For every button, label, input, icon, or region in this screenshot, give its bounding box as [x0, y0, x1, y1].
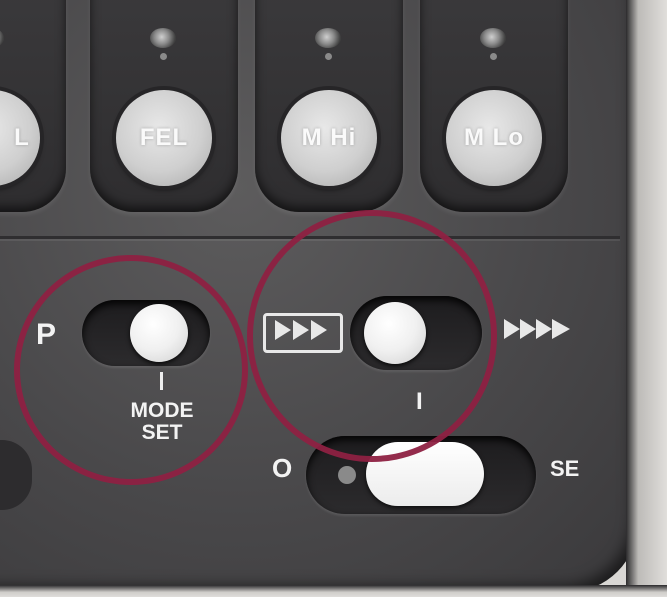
indicator-dot	[325, 53, 332, 60]
power-se-label: SE	[550, 456, 580, 481]
m-lo-button-label: M Lo	[464, 124, 524, 151]
continuous-super-high-icon	[504, 318, 574, 340]
fel-button-label: FEL	[139, 124, 189, 151]
fel-button[interactable]: FEL	[116, 90, 212, 186]
power-indicator-dot	[338, 466, 356, 484]
triangle-icon	[552, 319, 570, 339]
l-button[interactable]: L	[0, 90, 40, 186]
power-off-label: O	[272, 453, 293, 483]
highlight-ring-speed-switch	[247, 210, 497, 462]
key-well-mlo: M Lo	[420, 0, 568, 212]
highlight-ring-mode-set	[14, 255, 248, 485]
indicator-led	[480, 28, 506, 48]
key-well-fel: FEL	[90, 0, 238, 212]
panel-edge-right	[626, 0, 667, 597]
m-lo-button[interactable]: M Lo	[446, 90, 542, 186]
triangle-icon	[520, 319, 536, 339]
m-hi-button[interactable]: M Hi	[281, 90, 377, 186]
panel-edge-bottom	[0, 585, 667, 597]
indicator-led	[0, 28, 4, 48]
indicator-dot	[490, 53, 497, 60]
indicator-led	[315, 28, 341, 48]
triangle-icon	[536, 319, 552, 339]
indicator-led	[150, 28, 176, 48]
indicator-dot	[160, 53, 167, 60]
key-well-l: L	[0, 0, 66, 212]
triangle-icon	[504, 319, 520, 339]
l-button-label: L	[14, 124, 30, 151]
m-hi-button-label: M Hi	[301, 124, 357, 151]
key-well-mhi: M Hi	[255, 0, 403, 212]
camera-control-panel-photo: L FEL M Hi M Lo P MODE SET I O SE	[0, 0, 667, 597]
